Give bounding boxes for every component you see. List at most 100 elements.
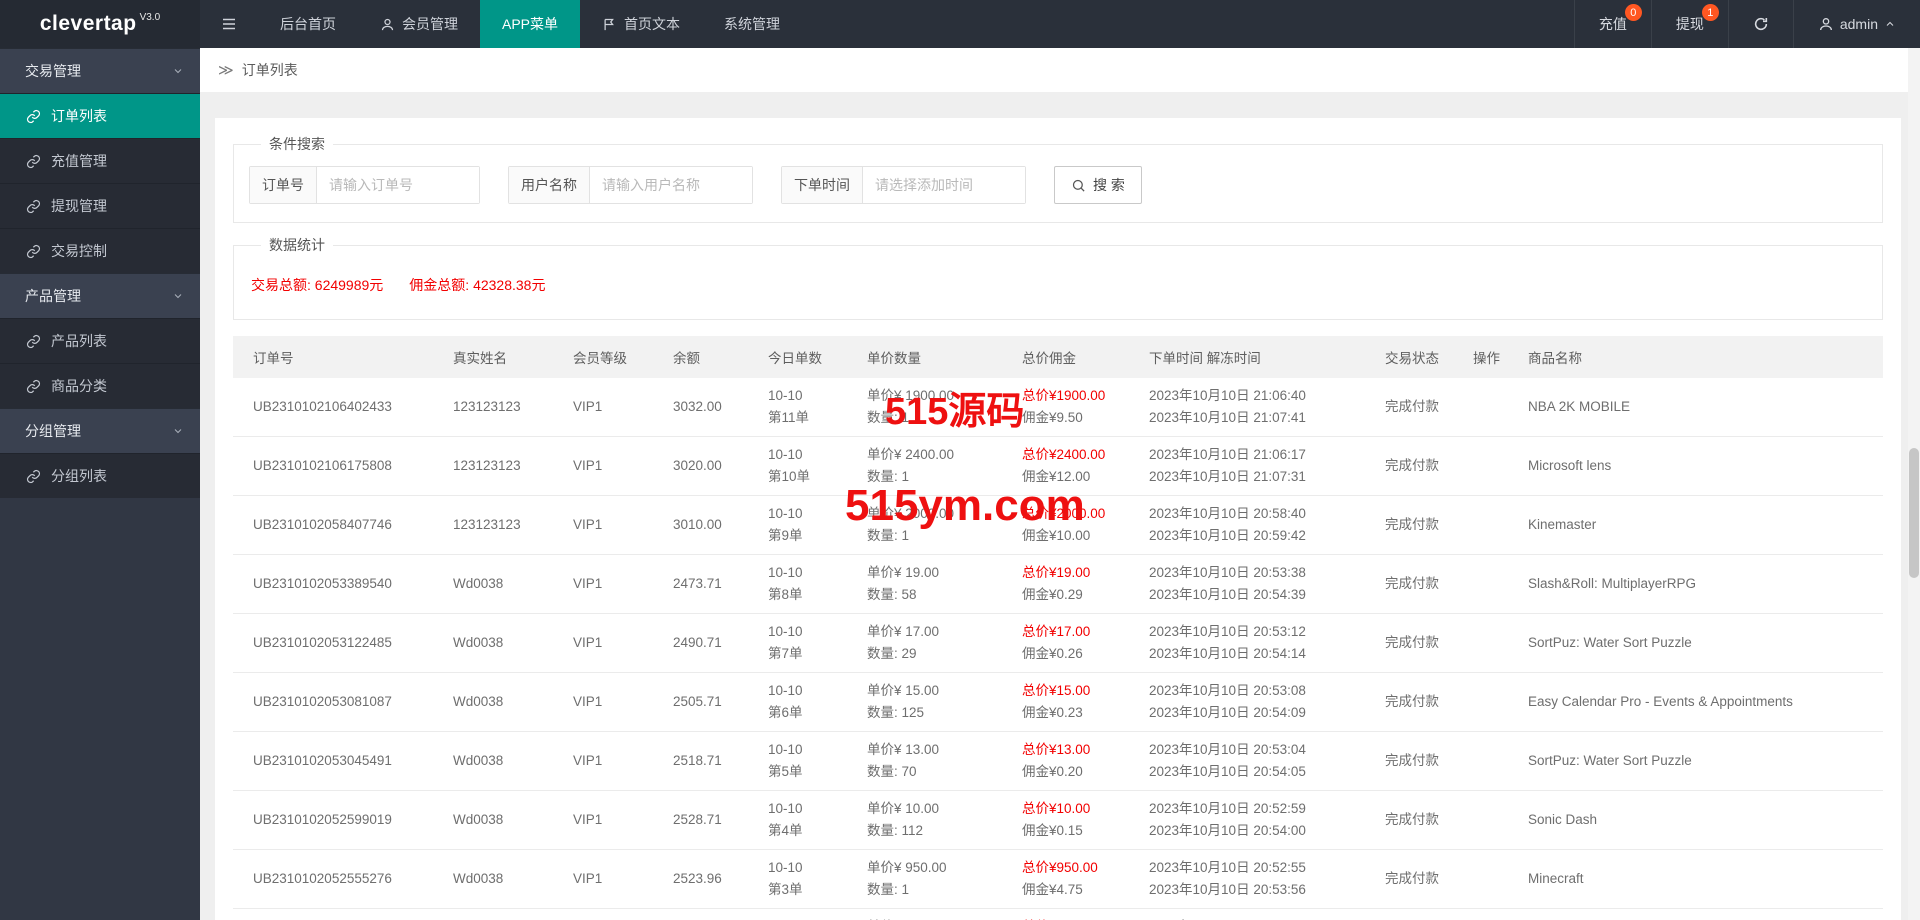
breadcrumb: ≫ 订单列表 [200,48,1920,92]
nav-item-backstage-home[interactable]: 后台首页 [258,0,358,48]
cell-unfreeze-time: 2023年10月10日 20:54:00 [1149,820,1357,842]
cell-unfreeze-time: 2023年10月10日 20:54:05 [1149,761,1357,783]
cell-today-orders: 10-10 第5单 [748,732,847,791]
cell-unfreeze-time: 2023年10月10日 21:07:41 [1149,407,1357,429]
cell-total-commission: 总价¥19.00 佣金¥0.29 [1002,555,1129,614]
chevron-down-icon [172,65,184,77]
admin-dropdown[interactable]: admin [1793,0,1920,48]
cell-commission: 佣金¥9.50 [1022,407,1121,429]
cell-total-commission: 总价¥13.00 佣金¥0.20 [1002,732,1129,791]
cell-unit-price-qty: 单价¥ 2000.00 数量: 1 [847,496,1002,555]
table-row: UB2310102058407746 123123123 VIP1 3010.0… [233,496,1883,555]
sidebar-group-group-management[interactable]: 分组管理 [0,408,200,453]
cell-balance: 2517.96 [653,909,748,920]
flag-icon [602,17,617,32]
brand-name: clevertap [40,12,137,36]
table-row: UB2310102052599019 Wd0038 VIP1 2528.71 1… [233,791,1883,850]
sidebar-item-label: 交易控制 [51,241,107,261]
order-time-field-group: 下单时间 [781,166,1026,204]
table-row: UB2310102053045491 Wd0038 VIP1 2518.71 1… [233,732,1883,791]
cell-times: 2023年10月10日 21:06:40 2023年10月10日 21:07:4… [1129,378,1365,437]
cell-order-no: UB2310102052506800 [233,909,433,920]
cell-order-time: 2023年10月10日 20:53:12 [1149,621,1357,643]
cell-total-price: 总价¥15.00 [1022,680,1121,702]
stats-fieldset: 数据统计 交易总额: 6249989元 佣金总额: 42328.38元 [233,235,1883,320]
page-title: 订单列表 [242,60,298,80]
sidebar-group-trade-management[interactable]: 交易管理 [0,48,200,93]
sidebar-item-order-list[interactable]: 订单列表 [0,93,200,138]
search-button[interactable]: 搜 索 [1054,166,1142,204]
order-no-input[interactable] [317,167,479,203]
cell-today-orders: 10-10 第4单 [748,791,847,850]
cell-unit-price: 单价¥ 19.00 [867,562,994,584]
cell-vip-level: VIP1 [553,673,653,732]
cell-balance: 3010.00 [653,496,748,555]
cell-order-no: UB2310102053389540 [233,555,433,614]
sidebar-item-trade-control[interactable]: 交易控制 [0,228,200,273]
col-times: 下单时间 解冻时间 [1129,336,1365,378]
cell-unit-price-qty: 单价¥ 19.00 数量: 58 [847,555,1002,614]
cell-actions [1453,614,1508,673]
sidebar-item-recharge-management[interactable]: 充值管理 [0,138,200,183]
cell-real-name: Wd0038 [433,555,553,614]
cell-qty: 数量: 1 [867,407,994,429]
cell-total-commission: 总价¥2000.00 佣金¥10.00 [1002,496,1129,555]
cell-vip-level: VIP1 [553,555,653,614]
recharge-button[interactable]: 充值 0 [1574,0,1651,48]
nav-item-system-management[interactable]: 系统管理 [702,0,802,48]
cell-order-no: UB2310102058407746 [233,496,433,555]
cell-unit-price: 单价¥ 17.00 [867,621,994,643]
cell-order-time: 2023年10月10日 21:06:40 [1149,385,1357,407]
cell-commission: 佣金¥0.20 [1022,761,1121,783]
table-row: UB2310102053081087 Wd0038 VIP1 2505.71 1… [233,673,1883,732]
cell-unit-price-qty: 单价¥ 1900.00 数量: 1 [847,378,1002,437]
cell-unfreeze-time: 2023年10月10日 20:53:56 [1149,879,1357,901]
cell-times: 2023年10月10日 20:53:12 2023年10月10日 20:54:1… [1129,614,1365,673]
cell-balance: 2505.71 [653,673,748,732]
order-time-input[interactable] [863,167,1025,203]
cell-today-orders: 10-10 第11单 [748,378,847,437]
sidebar-item-product-list[interactable]: 产品列表 [0,318,200,363]
cell-times: 2023年10月10日 20:52:59 2023年10月10日 20:54:0… [1129,791,1365,850]
sidebar-group-label: 交易管理 [25,61,81,81]
collapse-menu-button[interactable] [200,0,258,48]
main-area: ≫ 订单列表 条件搜索 订单号 用户名称 下单时间 [200,48,1920,920]
cell-status: 完成付款 [1365,555,1453,614]
username-field-group: 用户名称 [508,166,753,204]
cell-actions [1453,850,1508,909]
scrollbar-thumb[interactable] [1909,448,1919,578]
vertical-scrollbar[interactable] [1908,48,1920,920]
table-row: UB2310102052506800 Wd0038 VIP1 2517.96 1… [233,909,1883,920]
sidebar-item-goods-category[interactable]: 商品分类 [0,363,200,408]
cell-status: 完成付款 [1365,909,1453,920]
username-input[interactable] [590,167,752,203]
col-vip-level: 会员等级 [553,336,653,378]
cell-status: 完成付款 [1365,614,1453,673]
recharge-badge: 0 [1625,4,1642,21]
sidebar-item-withdraw-management[interactable]: 提现管理 [0,183,200,228]
user-icon [1818,16,1834,32]
cell-real-name: Wd0038 [433,909,553,920]
admin-label: admin [1840,16,1878,32]
sidebar-item-group-list[interactable]: 分组列表 [0,453,200,498]
cell-vip-level: VIP1 [553,909,653,920]
order-no-label: 订单号 [250,167,317,203]
refresh-button[interactable] [1728,0,1793,48]
cell-total-commission: 总价¥15.00 佣金¥0.23 [1002,673,1129,732]
cell-order-no: UB2310102106175808 [233,437,433,496]
cell-real-name: Wd0038 [433,673,553,732]
cell-unit-price-qty: 单价¥ 1200.00 数量: 1 [847,909,1002,920]
cell-vip-level: VIP1 [553,791,653,850]
cell-today-orders: 10-10 第3单 [748,850,847,909]
withdraw-button[interactable]: 提现 1 [1651,0,1728,48]
nav-item-member-management[interactable]: 会员管理 [358,0,480,48]
cell-order-no: UB2310102053122485 [233,614,433,673]
nav-item-home-text[interactable]: 首页文本 [580,0,702,48]
nav-item-app-menu[interactable]: APP菜单 [480,0,580,48]
sidebar-group-label: 产品管理 [25,286,81,306]
brand-logo: clevertap V3.0 [0,0,200,48]
cell-order-no: UB2310102052599019 [233,791,433,850]
username-label: 用户名称 [509,167,590,203]
sidebar-group-product-management[interactable]: 产品管理 [0,273,200,318]
top-nav: 后台首页 会员管理 APP菜单 首页文本 系统管理 [258,0,802,48]
